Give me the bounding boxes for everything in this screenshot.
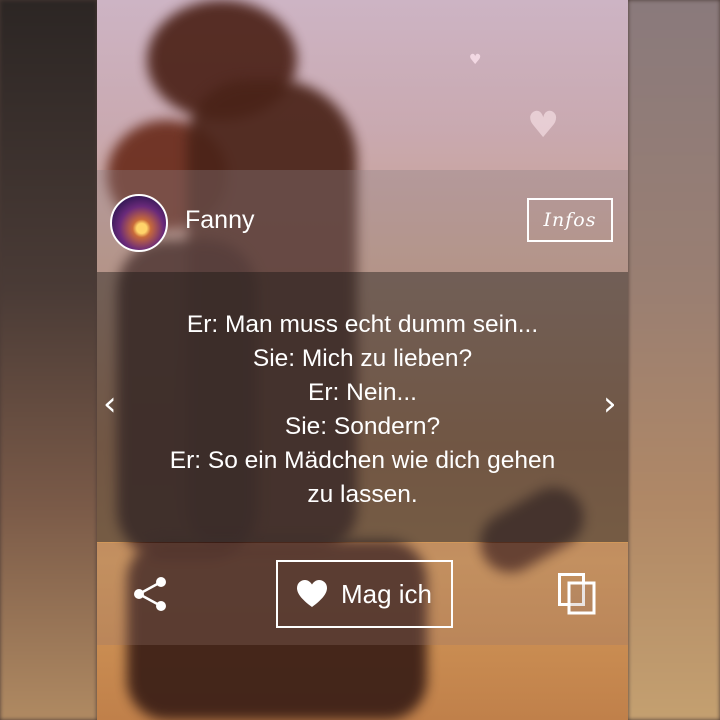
quote-line: Sie: Mich zu lieben?	[252, 345, 473, 372]
quote-line: Sie: Sondern?	[284, 413, 441, 440]
avatar[interactable]	[110, 194, 168, 252]
previous-arrow-icon[interactable]: ‹	[103, 387, 117, 421]
quote-line: Er: So ein Mädchen wie dich gehen	[169, 447, 556, 474]
like-button-label: Mag ich	[340, 578, 433, 609]
app-screen-composite: ♥ ♥ Fanny Infos ‹ Er: Man muss echt dumm…	[0, 0, 720, 720]
quote-line: zu lassen.	[307, 481, 418, 508]
next-arrow-icon[interactable]: ›	[603, 387, 617, 421]
quote-line: Er: Nein...	[308, 379, 417, 406]
copy-icon[interactable]	[558, 573, 596, 615]
username[interactable]: Fanny	[185, 206, 254, 235]
like-button[interactable]: Mag ich	[276, 560, 453, 628]
decorative-heart-icon: ♥	[469, 52, 482, 68]
share-icon[interactable]	[131, 575, 169, 613]
infos-button[interactable]: Infos	[527, 198, 613, 242]
post-header: Fanny Infos	[97, 170, 628, 272]
quote-panel: ‹ Er: Man muss echt dumm sein... Sie: Mi…	[97, 272, 628, 542]
quote-line: Er: Man muss echt dumm sein...	[186, 311, 539, 338]
heart-icon	[296, 580, 327, 607]
blurred-background-right	[628, 0, 720, 720]
phone-screen: ♥ ♥ Fanny Infos ‹ Er: Man muss echt dumm…	[97, 0, 628, 720]
action-bar: Mag ich	[97, 543, 628, 645]
blurred-background-left	[0, 0, 97, 720]
decorative-heart-icon: ♥	[527, 105, 560, 146]
quote-text: Er: Man muss echt dumm sein... Sie: Mich…	[127, 308, 598, 512]
